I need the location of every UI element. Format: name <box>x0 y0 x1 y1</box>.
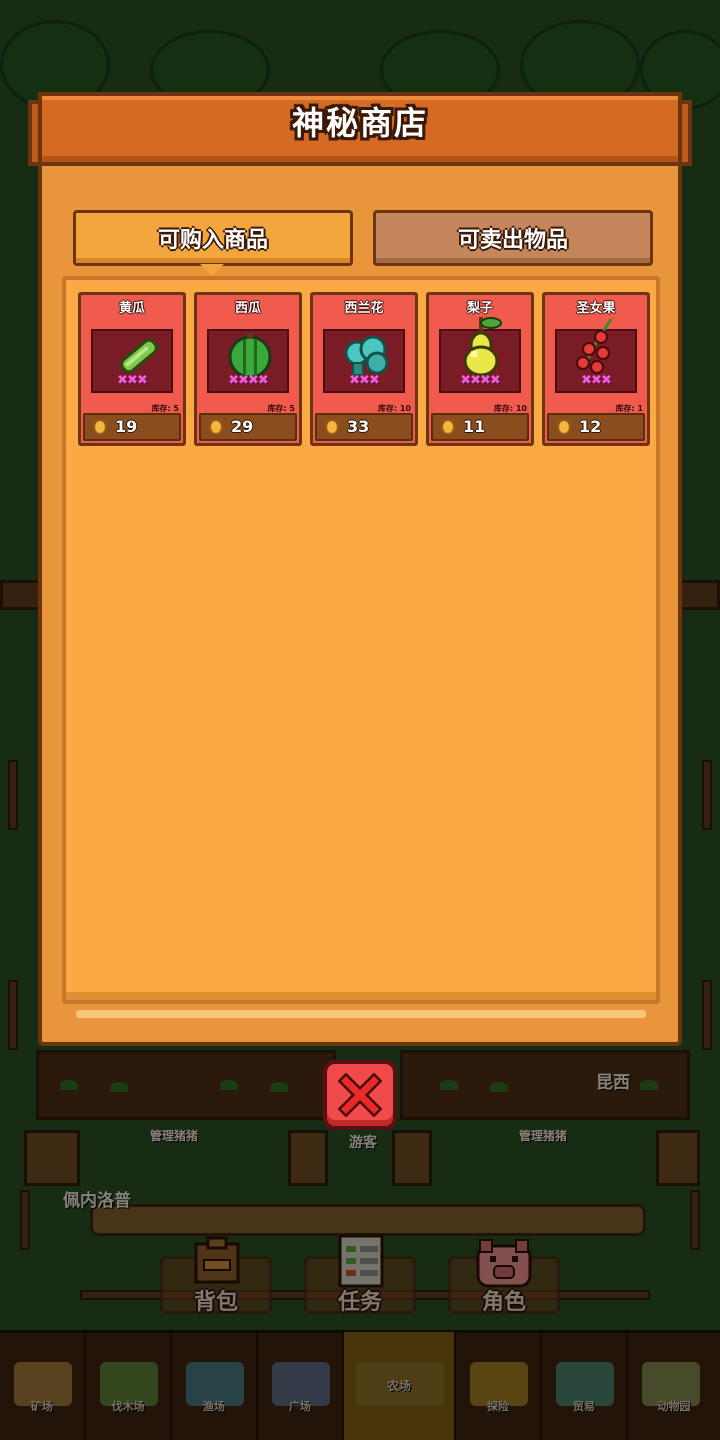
item-price-bar: 19 <box>83 413 181 441</box>
close-button[interactable] <box>323 1060 397 1130</box>
coin-icon <box>557 419 571 435</box>
item-name: 梨子 <box>466 301 493 316</box>
coin-icon <box>209 419 223 435</box>
item-rarity-stars: ✖✖✖ <box>349 373 380 388</box>
item-price-bar: 29 <box>199 413 297 441</box>
coin-icon <box>93 419 107 435</box>
tab-sell-items[interactable]: 可卖出物品 <box>373 210 653 266</box>
shop-title: 神秘商店 <box>291 104 428 142</box>
shop-item-card[interactable]: 西瓜 ✖✖✖✖ 库存: 5 29 <box>194 292 302 446</box>
close-icon <box>338 1073 382 1117</box>
item-name: 西瓜 <box>234 301 261 316</box>
item-name: 黄瓜 <box>118 301 145 316</box>
coin-icon <box>325 419 339 435</box>
active-tab-pointer <box>200 264 224 276</box>
item-name: 圣女果 <box>576 301 616 316</box>
item-price-bar: 11 <box>431 413 529 441</box>
item-price: 19 <box>115 417 138 436</box>
tab-buy-items[interactable]: 可购入商品 <box>73 210 353 266</box>
item-rarity-stars: ✖✖✖✖ <box>228 373 269 388</box>
item-name: 西兰花 <box>344 301 384 316</box>
item-price-bar: 33 <box>315 413 413 441</box>
item-price: 12 <box>579 417 602 436</box>
item-price: 29 <box>231 417 254 436</box>
item-price: 33 <box>347 417 370 436</box>
item-rarity-stars: ✖✖✖✖ <box>460 373 501 388</box>
item-rarity-stars: ✖✖✖ <box>581 373 612 388</box>
shop-item-card[interactable]: 梨子 ✖✖✖✖ 库存: 10 11 <box>426 292 534 446</box>
item-rarity-stars: ✖✖✖ <box>117 373 148 388</box>
shop-item-card[interactable]: 西兰花 ✖✖✖ 库存: 10 33 <box>310 292 418 446</box>
item-price-bar: 12 <box>547 413 645 441</box>
item-grid-bottom-edge <box>76 1010 646 1018</box>
item-price: 11 <box>463 417 486 436</box>
shop-item-card[interactable]: 黄瓜 ✖✖✖ 库存: 5 19 <box>78 292 186 446</box>
shop-item-card[interactable]: 圣女果 ✖✖✖ 库存: 1 12 <box>542 292 650 446</box>
coin-icon <box>441 419 455 435</box>
